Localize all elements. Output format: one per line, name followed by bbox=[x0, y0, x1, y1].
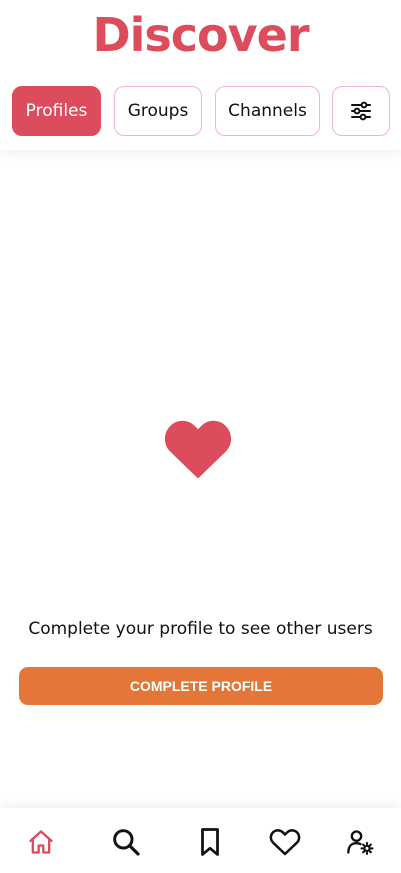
tab-groups[interactable]: Groups bbox=[114, 86, 202, 136]
tab-profiles[interactable]: Profiles bbox=[12, 86, 101, 136]
filter-button[interactable] bbox=[332, 86, 390, 136]
nav-bookmarks[interactable] bbox=[190, 822, 230, 862]
sliders-icon bbox=[351, 101, 371, 121]
bottom-nav bbox=[0, 808, 401, 873]
account-settings-icon bbox=[347, 830, 374, 855]
tab-channels[interactable]: Channels bbox=[215, 86, 320, 136]
top-header: Discover Profiles Groups Channels bbox=[0, 0, 401, 150]
empty-state-message: Complete your profile to see other users bbox=[28, 619, 373, 639]
nav-account-settings[interactable] bbox=[340, 822, 380, 862]
nav-search[interactable] bbox=[106, 822, 146, 862]
heart-outline-icon bbox=[269, 829, 301, 856]
nav-likes[interactable] bbox=[265, 822, 305, 862]
complete-profile-button[interactable]: COMPLETE PROFILE bbox=[19, 667, 383, 705]
nav-home[interactable] bbox=[21, 822, 61, 862]
heart-icon bbox=[164, 420, 232, 479]
search-icon bbox=[113, 829, 140, 856]
home-icon bbox=[29, 830, 53, 854]
bookmark-icon bbox=[201, 828, 219, 856]
page-title: Discover bbox=[92, 8, 309, 62]
